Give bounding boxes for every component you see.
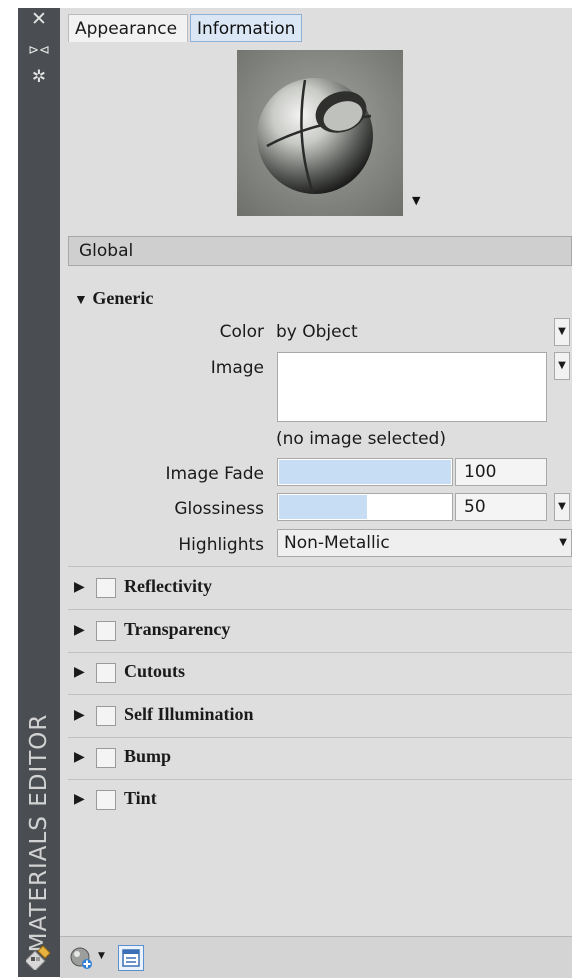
materials-editor-window: ✕ ⊳⊲ ✲ MATERIALS EDITOR Appearance Infor… — [18, 8, 572, 978]
image-status-text: (no image selected) — [276, 429, 446, 449]
image-label: Image — [210, 358, 264, 378]
section-label: Tint — [124, 788, 157, 808]
glossiness-dropdown-button[interactable]: ▼ — [554, 493, 570, 521]
bump-checkbox[interactable] — [96, 748, 116, 768]
image-fade-slider[interactable] — [277, 458, 453, 486]
chevron-down-icon: ▼ — [559, 537, 567, 548]
global-category-bar[interactable]: Global — [68, 236, 572, 266]
image-fade-input[interactable]: 100 — [455, 458, 547, 486]
glossiness-slider[interactable] — [277, 493, 453, 521]
glossiness-input[interactable]: 50 — [455, 493, 547, 521]
image-slot[interactable] — [277, 352, 547, 422]
self-illumination-checkbox[interactable] — [96, 706, 116, 726]
generic-section-label: Generic — [92, 288, 154, 308]
chevron-down-icon: ▼ — [558, 326, 566, 337]
collapsed-triangle-icon: ▶ — [74, 749, 85, 765]
section-label: Self Illumination — [124, 704, 254, 724]
color-dropdown-button[interactable]: ▼ — [554, 318, 570, 346]
palette-title-bar: ✕ ⊳⊲ ✲ MATERIALS EDITOR — [18, 8, 60, 977]
divider — [68, 779, 572, 780]
divider — [68, 566, 572, 567]
material-browser-icon[interactable] — [118, 945, 144, 971]
image-fade-slider-fill — [279, 460, 451, 484]
cutouts-checkbox[interactable] — [96, 663, 116, 683]
collapsed-triangle-icon: ▶ — [74, 791, 85, 807]
section-label: Transparency — [124, 619, 231, 639]
collapsed-triangle-icon: ▶ — [74, 622, 85, 638]
divider — [68, 694, 572, 695]
tab-appearance[interactable]: Appearance — [68, 14, 188, 42]
generic-section-header[interactable]: ▼ Generic — [74, 288, 153, 309]
collapsed-triangle-icon: ▶ — [74, 664, 85, 680]
materials-editor-panel: Appearance Information ▼ Global ▼ Generi… — [60, 8, 572, 978]
highlights-select[interactable]: Non-Metallic ▼ — [277, 529, 572, 557]
highlights-label: Highlights — [178, 535, 264, 555]
glossiness-slider-fill — [279, 495, 367, 519]
collapsed-triangle-icon: ▶ — [74, 707, 85, 723]
close-icon[interactable]: ✕ — [18, 10, 60, 29]
chevron-down-icon: ▼ — [558, 501, 566, 512]
chevron-down-icon[interactable]: ▼ — [98, 951, 105, 961]
section-label: Bump — [124, 746, 172, 766]
highlights-value: Non-Metallic — [284, 533, 390, 553]
image-dropdown-button[interactable]: ▼ — [554, 352, 570, 380]
properties-icon[interactable]: ✲ — [18, 68, 60, 86]
collapsed-triangle-icon: ▶ — [74, 579, 85, 595]
tab-information[interactable]: Information — [190, 14, 302, 42]
palette-title: MATERIALS EDITOR — [26, 713, 52, 953]
tint-checkbox[interactable] — [96, 790, 116, 810]
glossiness-label: Glossiness — [174, 499, 264, 519]
divider — [68, 737, 572, 738]
color-label: Color — [219, 322, 264, 342]
color-value[interactable]: by Object — [276, 322, 358, 342]
chevron-down-icon: ▼ — [558, 360, 566, 371]
swatch-options-arrow-icon[interactable]: ▼ — [412, 194, 420, 207]
divider — [68, 652, 572, 653]
image-fade-label: Image Fade — [165, 464, 264, 484]
expanded-triangle-icon: ▼ — [74, 293, 88, 308]
section-label: Reflectivity — [124, 576, 212, 596]
section-label: Cutouts — [124, 661, 186, 681]
bottom-toolbar: ▼ — [60, 936, 572, 978]
divider — [68, 609, 572, 610]
create-material-icon[interactable] — [70, 946, 94, 970]
materials-editor-icon — [24, 944, 52, 972]
reflectivity-checkbox[interactable] — [96, 578, 116, 598]
transparency-checkbox[interactable] — [96, 621, 116, 641]
material-preview-swatch[interactable] — [237, 50, 403, 216]
auto-hide-icon[interactable]: ⊳⊲ — [18, 42, 60, 60]
